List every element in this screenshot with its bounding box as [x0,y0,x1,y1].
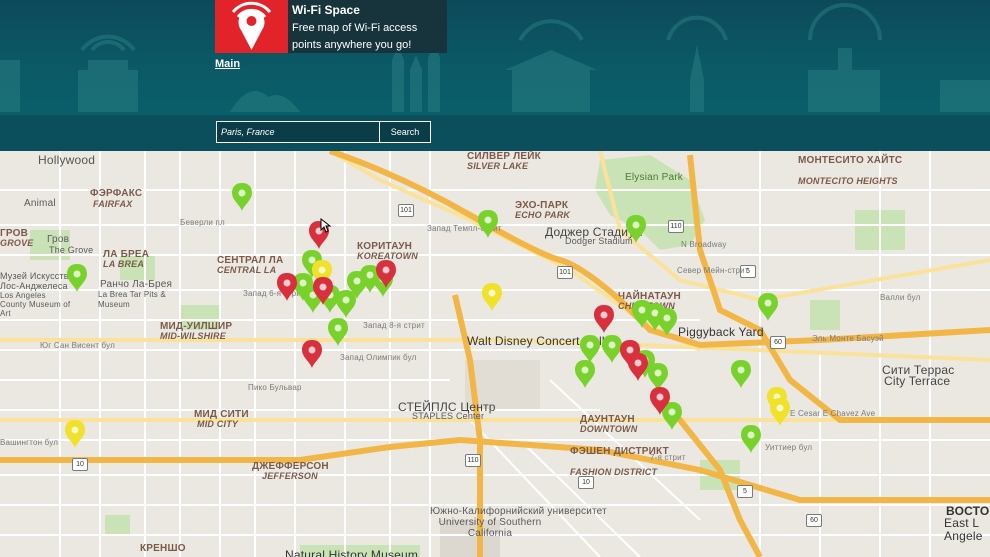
app-title: Wi-Fi Space [292,3,360,17]
wifi-pin-green[interactable] [758,293,778,321]
wifi-pin-red[interactable] [594,305,614,333]
wifi-pin-yellow[interactable] [482,283,502,311]
wifi-pin-green[interactable] [626,215,646,243]
green-pin-group [67,183,778,453]
wifi-pin-green[interactable] [478,210,498,238]
wifi-pin-green[interactable] [731,360,751,388]
wifi-pin-green[interactable] [657,308,677,336]
main-link[interactable]: Main [215,58,240,70]
wifi-pin-red[interactable] [277,273,297,301]
search-button[interactable]: Search [379,121,431,143]
wifi-pin-yellow[interactable] [65,420,85,448]
yellow-pin-group [65,260,790,448]
wifi-pin-green[interactable] [328,318,348,346]
wifi-pin-green[interactable] [67,264,87,292]
app-card[interactable]: Wi-Fi Space Free map of Wi-Fi access poi… [215,0,447,53]
wifi-pin-green[interactable] [648,363,668,391]
wifi-pin-green[interactable] [580,335,600,363]
map-view[interactable]: 101 101 110 110 10 5 60 10 5 60 Hollywoo… [0,151,990,557]
wifi-pin-green[interactable] [336,290,356,318]
wifi-pin-yellow[interactable] [770,398,790,426]
header-banner: Wi-Fi Space Free map of Wi-Fi access poi… [0,0,990,115]
app-description: Free map of Wi-Fi access points anywhere… [292,22,418,51]
wifi-pin-green[interactable] [602,335,622,363]
wifi-pin-red[interactable] [302,340,322,368]
wifi-pin-green[interactable] [575,360,595,388]
landmark-silhouettes [0,3,990,112]
pins-layer [65,183,790,453]
wifi-pin-green[interactable] [741,425,761,453]
search-bar [0,115,990,151]
red-pin-group [277,221,670,415]
wifi-pin-green[interactable] [232,183,252,211]
search-input[interactable] [216,121,380,143]
wifi-pin-icon [215,0,288,53]
cursor-icon [320,218,332,233]
